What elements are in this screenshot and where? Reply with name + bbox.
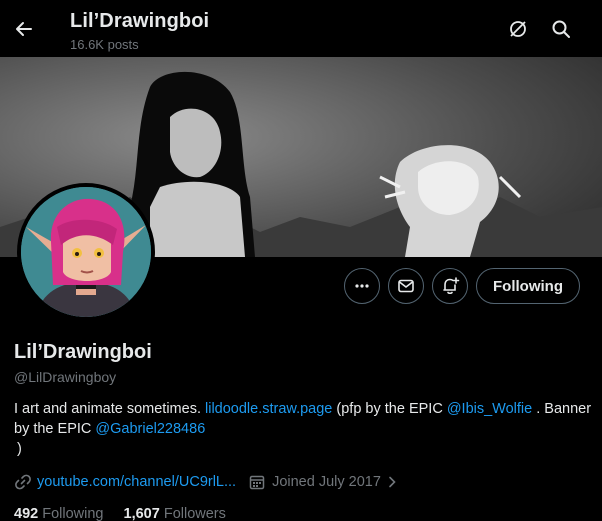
search-icon [552,20,570,38]
calendar-icon [249,475,265,490]
following-button[interactable]: Following [476,268,580,304]
grok-icon [510,21,526,37]
search-button[interactable] [550,18,572,40]
post-count: 16.6K posts [70,37,139,52]
bio-text: I art and animate sometimes. [14,401,205,417]
avatar[interactable] [17,183,155,321]
grok-button[interactable] [507,18,529,40]
chevron-right-icon [389,476,396,488]
back-button[interactable] [10,15,38,43]
bio-text: ) [17,441,22,457]
more-icon [355,284,369,288]
bell-plus-icon [443,277,460,295]
follow-stats: 492 Following 1,607 Followers [14,506,226,521]
header-title: Lil’Drawingboi [70,10,210,32]
top-bar: Lil’Drawingboi 16.6K posts [0,0,602,57]
mention-link[interactable]: @Ibis_Wolfie [447,401,532,417]
following-count: 492 [14,506,39,521]
joined-date: Joined July 2017 [272,474,381,490]
joined-item[interactable]: Joined July 2017 [248,473,399,491]
notifications-button[interactable] [432,268,468,304]
username: @LilDrawingboy [14,369,117,385]
link-icon [15,474,31,490]
followers-stat[interactable]: 1,607 Followers [124,506,226,521]
bio-link[interactable]: lildoodle.straw.page [205,401,332,417]
followers-label: Followers [163,506,226,521]
bio: I art and animate sometimes. lildoodle.s… [14,399,594,459]
avatar-artwork [21,187,151,317]
website-item: youtube.com/channel/UC9rlL... [14,473,236,491]
mention-link[interactable]: @Gabriel228486 [95,421,205,437]
followers-count: 1,607 [123,506,160,521]
display-name: Lil’Drawingboi [14,341,152,363]
envelope-icon [398,279,414,293]
profile-meta: youtube.com/channel/UC9rlL... Joined Jul… [14,472,399,492]
following-label: Following [42,506,104,521]
arrow-left-icon [16,22,32,36]
more-button[interactable] [344,268,380,304]
message-button[interactable] [388,268,424,304]
website-link[interactable]: youtube.com/channel/UC9rlL... [37,474,236,490]
following-stat[interactable]: 492 Following [14,506,103,521]
bio-text: (pfp by the EPIC [332,401,447,417]
